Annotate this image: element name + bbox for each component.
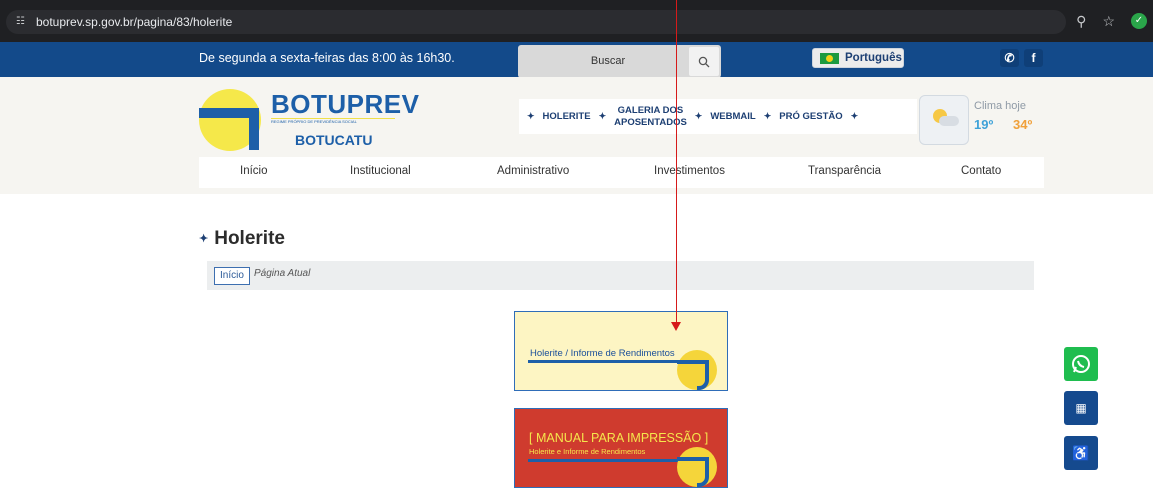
manual-banner-link[interactable]: [ MANUAL PARA IMPRESSÃO ] Holerite e Inf… xyxy=(514,408,728,488)
browser-actions: ⚲ ☆ ✓ xyxy=(1076,9,1147,33)
quick-links: ✦ HOLERITE ✦ GALERIA DOS APOSENTADOS ✦ W… xyxy=(519,99,917,134)
star-icon: ✦ xyxy=(850,111,859,121)
galeria-line1: GALERIA DOS xyxy=(617,104,684,116)
star-icon: ✦ xyxy=(694,111,703,121)
search-icon xyxy=(698,56,710,67)
search-button[interactable] xyxy=(689,47,719,76)
manual-banner-subtitle: Holerite e Informe de Rendimentos xyxy=(529,447,646,456)
nav-item-investimentos[interactable]: Investimentos xyxy=(654,165,725,177)
browser-chrome: ☷ botuprev.sp.gov.br/pagina/83/holerite … xyxy=(0,0,1153,42)
star-icon: ✦ xyxy=(527,111,535,121)
partly-cloudy-icon xyxy=(919,95,969,145)
zoom-icon[interactable]: ⚲ xyxy=(1076,13,1086,30)
accessibility-icon: ♿ xyxy=(1072,444,1090,461)
tune-icon[interactable]: ☷ xyxy=(16,17,30,27)
bookmark-star-icon[interactable]: ☆ xyxy=(1102,13,1115,30)
breadcrumb-current: Página Atual xyxy=(254,268,311,279)
logo-mark-icon xyxy=(677,447,717,487)
nav-item-transparencia[interactable]: Transparência xyxy=(808,165,881,177)
holerite-banner-text: Holerite / Informe de Rendimentos xyxy=(530,348,675,359)
quicklink-pro-gestao[interactable]: PRÓ GESTÃO xyxy=(779,111,842,122)
logo-city: BOTUCATU xyxy=(295,132,373,148)
language-label: Português xyxy=(845,52,902,64)
logo-mark-icon xyxy=(677,350,717,390)
annotation-arrow-head xyxy=(671,322,681,331)
logo-tagline: REGIME PRÓPRIO DE PREVIDÊNCIA SOCIAL xyxy=(271,118,395,124)
page-title: ✦ Holerite xyxy=(199,228,285,250)
holerite-banner-link[interactable]: Holerite / Informe de Rendimentos xyxy=(514,311,728,391)
weather-min: 19º xyxy=(974,117,994,132)
nav-item-inicio[interactable]: Início xyxy=(240,165,268,177)
breadcrumb: Início Página Atual xyxy=(207,261,1034,290)
weather-widget: Clima hoje 19º 34º xyxy=(919,95,1042,145)
url-text: botuprev.sp.gov.br/pagina/83/holerite xyxy=(36,15,233,29)
quicklink-webmail[interactable]: WEBMAIL xyxy=(710,111,755,122)
weather-max: 34º xyxy=(1013,117,1033,132)
page-title-text: Holerite xyxy=(214,228,285,249)
manual-banner-title: [ MANUAL PARA IMPRESSÃO ] xyxy=(529,431,709,445)
address-bar[interactable]: ☷ botuprev.sp.gov.br/pagina/83/holerite xyxy=(6,10,1066,34)
whatsapp-float-button[interactable] xyxy=(1064,347,1098,381)
accessibility-button[interactable]: ♿ xyxy=(1064,436,1098,470)
star-icon: ✦ xyxy=(763,111,772,121)
logo-hook xyxy=(233,108,259,150)
nav-item-administrativo[interactable]: Administrativo xyxy=(497,165,569,177)
nav-item-institucional[interactable]: Institucional xyxy=(350,165,411,177)
qr-code-icon: ▦ xyxy=(1075,401,1087,415)
whatsapp-icon[interactable]: ✆ xyxy=(1000,49,1019,67)
quicklink-holerite[interactable]: HOLERITE xyxy=(543,111,591,122)
nav-item-contato[interactable]: Contato xyxy=(961,165,1001,177)
star-icon: ✦ xyxy=(598,111,607,121)
language-selector[interactable]: Português xyxy=(812,48,904,68)
whatsapp-icon xyxy=(1072,355,1090,373)
brazil-flag-icon xyxy=(820,53,839,64)
annotation-arrow-line xyxy=(676,0,677,325)
search-input[interactable]: Buscar xyxy=(578,55,638,67)
logo-name: BOTUPREV xyxy=(271,89,420,119)
search-box[interactable]: Buscar xyxy=(518,45,721,78)
office-hours: De segunda a sexta-feiras das 8:00 às 16… xyxy=(199,51,455,65)
weather-label: Clima hoje xyxy=(974,100,1026,112)
extension-icon[interactable]: ✓ xyxy=(1131,13,1147,29)
facebook-icon[interactable]: f xyxy=(1024,49,1043,67)
star-icon: ✦ xyxy=(199,233,209,245)
main-nav: Início Institucional Administrativo Inve… xyxy=(199,157,1044,188)
breadcrumb-home[interactable]: Início xyxy=(214,267,250,285)
site-logo[interactable]: BOTUPREV REGIME PRÓPRIO DE PREVIDÊNCIA S… xyxy=(199,86,419,151)
qr-code-button[interactable]: ▦ xyxy=(1064,391,1098,425)
